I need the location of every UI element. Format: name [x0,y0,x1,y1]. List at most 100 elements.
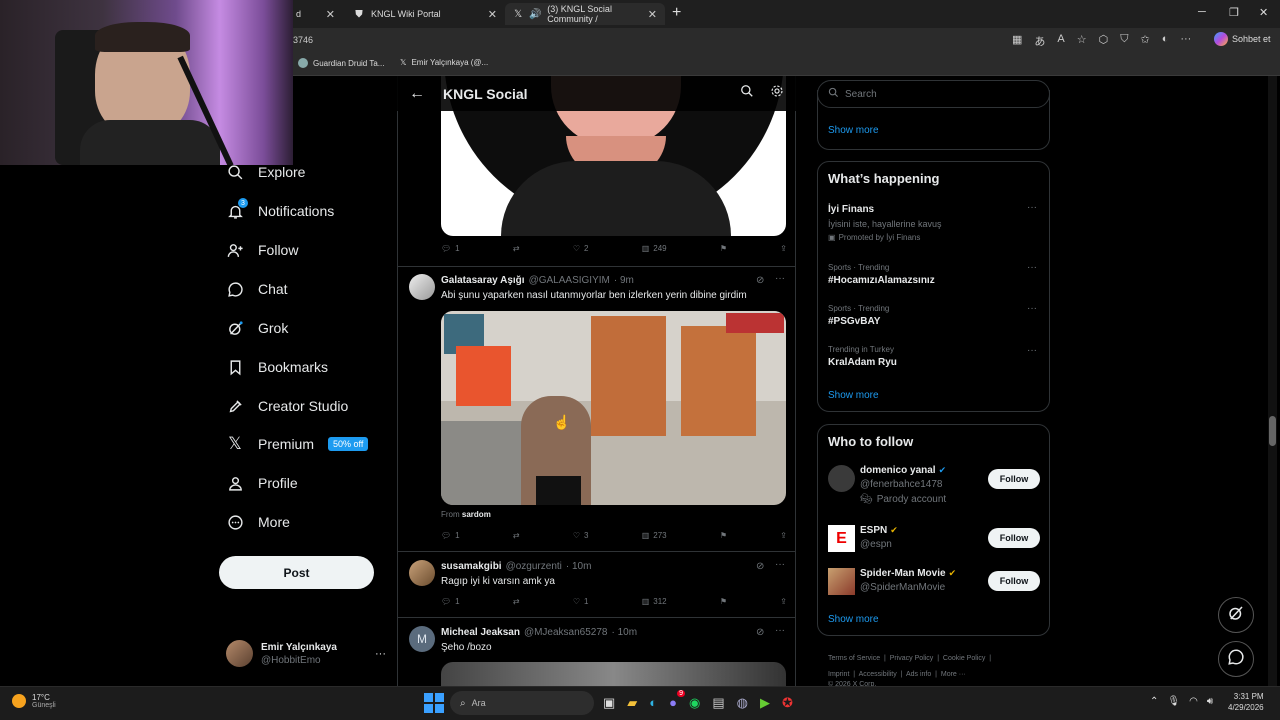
translate-icon[interactable]: あ [1034,33,1045,49]
scrollbar-track[interactable] [1268,76,1277,686]
tweet-video[interactable]: ☝ [441,311,786,505]
close-tab-icon[interactable]: ✕ [326,8,335,21]
gear-icon[interactable] [770,84,784,103]
nav-profile[interactable]: Profile [226,469,298,497]
copilot-button[interactable]: Sohbet et [1214,32,1271,46]
app-icon[interactable]: ▶ [760,695,770,711]
avatar[interactable] [828,568,855,595]
grok-icon[interactable]: ⊘ [756,275,764,286]
suggested-account[interactable]: ESPN ✔ @espn [860,525,898,550]
like-button[interactable]: ♡ 2 [573,244,589,253]
share-button[interactable]: ⇪ [780,531,787,540]
windows-start-icon[interactable] [424,693,444,713]
share-button[interactable]: ⇪ [780,244,787,253]
promoted-trend[interactable]: İyi Finans İyisini iste, hayallerine kav… [828,204,1043,242]
tweet-time[interactable]: · 10m [611,627,637,638]
share-button[interactable]: ⇪ [780,597,787,606]
avatar[interactable]: M [409,626,435,652]
new-tab-icon[interactable]: + [672,4,681,22]
views-button[interactable]: ▥ 249 [642,244,667,253]
taskbar-search[interactable]: ⌕ Ara [450,691,594,715]
nav-premium[interactable]: 𝕏 Premium 50% off [226,430,369,458]
more-dots-icon[interactable]: ··· [1027,345,1037,356]
close-tab-icon[interactable]: ✕ [648,8,657,21]
follow-button[interactable]: Follow [988,469,1040,489]
show-more-link[interactable]: Show more [828,390,879,401]
nav-more[interactable]: More [226,508,290,536]
avatar[interactable] [409,274,435,300]
reply-button[interactable]: 💬︎ 1 [441,597,460,606]
read-aloud-icon[interactable]: A [1057,33,1064,49]
espn-logo-icon[interactable]: E [828,525,855,552]
bookmark-button[interactable]: ⚑ [720,244,727,253]
more-dots-icon[interactable]: ··· [775,559,785,570]
views-button[interactable]: ▥ 312 [642,597,667,606]
browser-tab[interactable]: d ✕ [288,3,343,25]
tweet-author-handle[interactable]: @GALAASIGIYIM [529,275,610,286]
post-button[interactable]: Post [219,556,374,589]
footer-link[interactable]: Ads info [906,671,931,678]
weather-widget[interactable]: 17°C Güneşli [12,693,56,709]
nav-explore[interactable]: Explore [226,158,305,186]
views-button[interactable]: ▥ 273 [642,531,667,540]
suggested-account[interactable]: Spider-Man Movie ✔ @SpiderManMovie [860,568,956,593]
edge-icon[interactable]: ◐ [649,695,657,711]
reply-button[interactable]: 💬︎ 1 [441,244,460,253]
minimize-icon[interactable]: ─ [1198,6,1206,18]
extension-icon[interactable]: ⬡ [1099,33,1109,49]
nav-grok[interactable]: Grok [226,314,288,342]
tweet-author-name[interactable]: Micheal Jeaksan [441,627,520,638]
app-icon[interactable]: ▤ [712,695,724,711]
discord-icon[interactable]: ● 9 [669,690,686,711]
app-icon[interactable]: ✪ [782,695,793,711]
restore-icon[interactable]: ❐ [1229,6,1239,19]
nav-notifications[interactable]: 3 Notifications [226,197,334,225]
follow-button[interactable]: Follow [988,528,1040,548]
search-icon[interactable] [740,84,754,103]
bookmark-button[interactable]: ⚑ [720,597,727,606]
speaker-icon[interactable]: 🔊 [529,8,541,20]
nav-follow[interactable]: Follow [226,236,298,264]
grok-float-button[interactable] [1218,597,1254,633]
like-button[interactable]: ♡ 3 [573,531,589,540]
retweet-button[interactable]: ⇄ [513,244,520,253]
steam-icon[interactable]: ◍ [737,695,748,711]
spotify-icon[interactable]: ◉ [689,695,700,711]
browser-tab-active[interactable]: 𝕏 🔊 (3) KNGL Social Community / ✕ [505,3,665,25]
retweet-button[interactable]: ⇄ [513,531,520,540]
chat-float-button[interactable] [1218,641,1254,677]
footer-link[interactable]: Imprint [828,671,849,678]
close-window-icon[interactable]: ✕ [1259,6,1268,19]
tweet-time[interactable]: · 9m [614,275,634,286]
chevron-up-icon[interactable]: ⌃ [1150,696,1158,707]
more-icon[interactable]: ··· [1180,33,1191,49]
footer-link[interactable]: More ··· [941,671,966,678]
profile-icon[interactable]: ◐ [1162,33,1169,49]
tweet-author-name[interactable]: susamakgibi [441,561,502,572]
tweet-time[interactable]: · 10m [566,561,592,572]
reply-button[interactable]: 💬︎ 1 [441,531,460,540]
nav-creator-studio[interactable]: Creator Studio [226,392,348,420]
trend-item[interactable]: Sports · Trending #PSGvBAY [828,304,889,327]
more-dots-icon[interactable]: ··· [775,625,785,636]
follow-button[interactable]: Follow [988,571,1040,591]
footer-link[interactable]: Terms of Service [828,655,880,662]
more-dots-icon[interactable]: ··· [1027,262,1037,273]
bookmark-item[interactable]: 𝕏 Emir Yalçınkaya (@... [400,58,488,67]
favorite-star-icon[interactable]: ☆ [1077,33,1087,49]
file-explorer-icon[interactable]: ▰ [627,695,637,711]
microphone-icon[interactable]: 🎙︎ [1167,696,1180,707]
tweet-image[interactable] [441,662,786,686]
grok-icon[interactable]: ⊘ [756,627,764,638]
footer-link[interactable]: Accessibility [859,671,897,678]
show-more-link[interactable]: Show more [828,125,879,136]
tweet-author-handle[interactable]: @ozgurzenti [506,561,562,572]
scrollbar-thumb[interactable] [1269,416,1276,446]
avatar[interactable] [828,465,855,492]
back-arrow-icon[interactable]: ← [409,85,425,103]
browser-tab[interactable]: ⛊ KNGL Wiki Portal ✕ [345,3,505,25]
avatar[interactable] [409,560,435,586]
address-input[interactable]: 3746 [293,35,313,45]
shield-icon[interactable]: ⛉ [1120,33,1128,49]
nav-bookmarks[interactable]: Bookmarks [226,353,328,381]
